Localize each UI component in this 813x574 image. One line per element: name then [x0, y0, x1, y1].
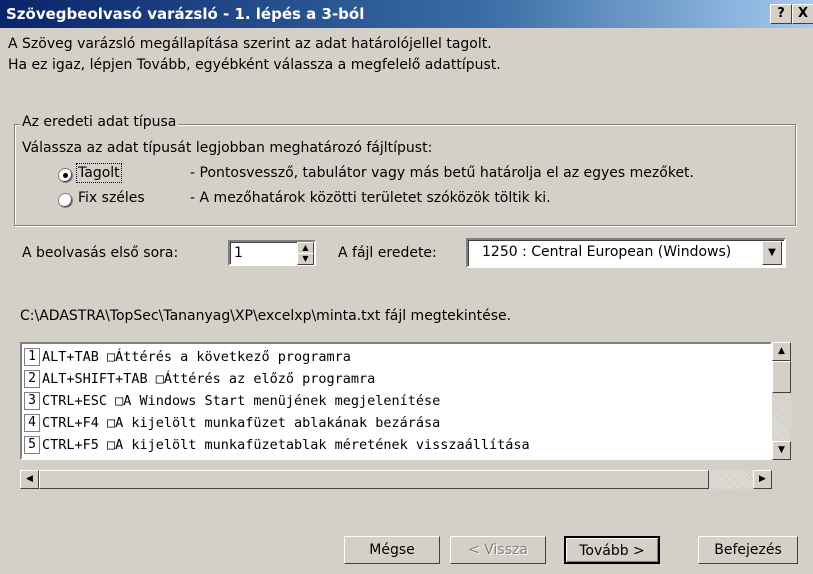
- finish-button[interactable]: Befejezés: [698, 536, 798, 564]
- radio-fixed-width-desc: - A mezőhatárok közötti területet szóköz…: [190, 190, 551, 206]
- group-prompt: Válassza az adat típusát legjobban megha…: [22, 140, 433, 156]
- intro-line-2: Ha ez igaz, lépjen Tovább, egyébként vál…: [8, 57, 501, 73]
- radio-dot-icon: [63, 173, 68, 178]
- scroll-down-icon[interactable]: ▼: [772, 441, 791, 460]
- title-bar: Szövegbeolvasó varázsló - 1. lépés a 3-b…: [0, 0, 813, 28]
- preview-row: 1 ALT+TAB □Áttérés a következő programra: [24, 346, 351, 368]
- vertical-scrollbar[interactable]: ▲ ▼: [772, 342, 791, 460]
- horizontal-scroll-thumb[interactable]: [39, 470, 709, 489]
- scroll-right-icon[interactable]: ▶: [753, 470, 772, 489]
- origin-value: 1250 : Central European (Windows): [482, 244, 732, 260]
- preview-caption: C:\ADASTRA\TopSec\Tananyag\XP\excelxp\mi…: [20, 308, 512, 324]
- radio-delimited[interactable]: [58, 168, 73, 183]
- spin-down-icon[interactable]: ▼: [297, 253, 314, 265]
- radio-fixed-width[interactable]: [58, 193, 73, 208]
- preview-row: 3 CTRL+ESC □A Windows Start menüjének meg…: [24, 390, 440, 412]
- preview-row: 4 CTRL+F4 □A kijelölt munkafüzet ablakána…: [24, 412, 440, 434]
- scroll-up-icon[interactable]: ▲: [772, 342, 791, 361]
- preview-row: 2 ALT+SHIFT+TAB □Áttérés az előző program…: [24, 368, 375, 390]
- chevron-down-icon[interactable]: ▼: [762, 241, 782, 265]
- help-button[interactable]: ?: [770, 4, 792, 24]
- horizontal-scroll-track[interactable]: [39, 470, 753, 489]
- origin-combobox[interactable]: 1250 : Central European (Windows) ▼: [466, 238, 786, 268]
- window-title: Szövegbeolvasó varázsló - 1. lépés a 3-b…: [6, 5, 365, 23]
- preview-pane[interactable]: 1 ALT+TAB □Áttérés a következő programra …: [20, 342, 772, 460]
- group-title: Az eredeti adat típusa: [20, 114, 179, 130]
- start-row-input[interactable]: 1 ▲ ▼: [228, 240, 316, 266]
- radio-fixed-width-label[interactable]: Fix széles: [78, 190, 145, 206]
- next-button[interactable]: Tovább >: [564, 536, 660, 564]
- vertical-scroll-thumb[interactable]: [772, 361, 791, 393]
- back-button[interactable]: < Vissza: [450, 536, 546, 564]
- horizontal-scrollbar[interactable]: ◀ ▶: [20, 470, 772, 489]
- start-row-value: 1: [234, 245, 243, 261]
- start-row-label: A beolvasás első sora:: [22, 245, 179, 261]
- radio-delimited-label[interactable]: Tagolt: [76, 163, 122, 183]
- close-button[interactable]: X: [792, 4, 813, 24]
- cancel-button[interactable]: Mégse: [344, 536, 440, 564]
- intro-line-1: A Szöveg varázsló megállapítása szerint …: [8, 36, 492, 52]
- scroll-left-icon[interactable]: ◀: [20, 470, 39, 489]
- radio-delimited-desc: - Pontosvessző, tabulátor vagy más betű …: [190, 165, 694, 181]
- preview-row: 5 CTRL+F5 □A kijelölt munkafüzetablak mér…: [24, 434, 530, 456]
- origin-label: A fájl eredete:: [338, 245, 437, 261]
